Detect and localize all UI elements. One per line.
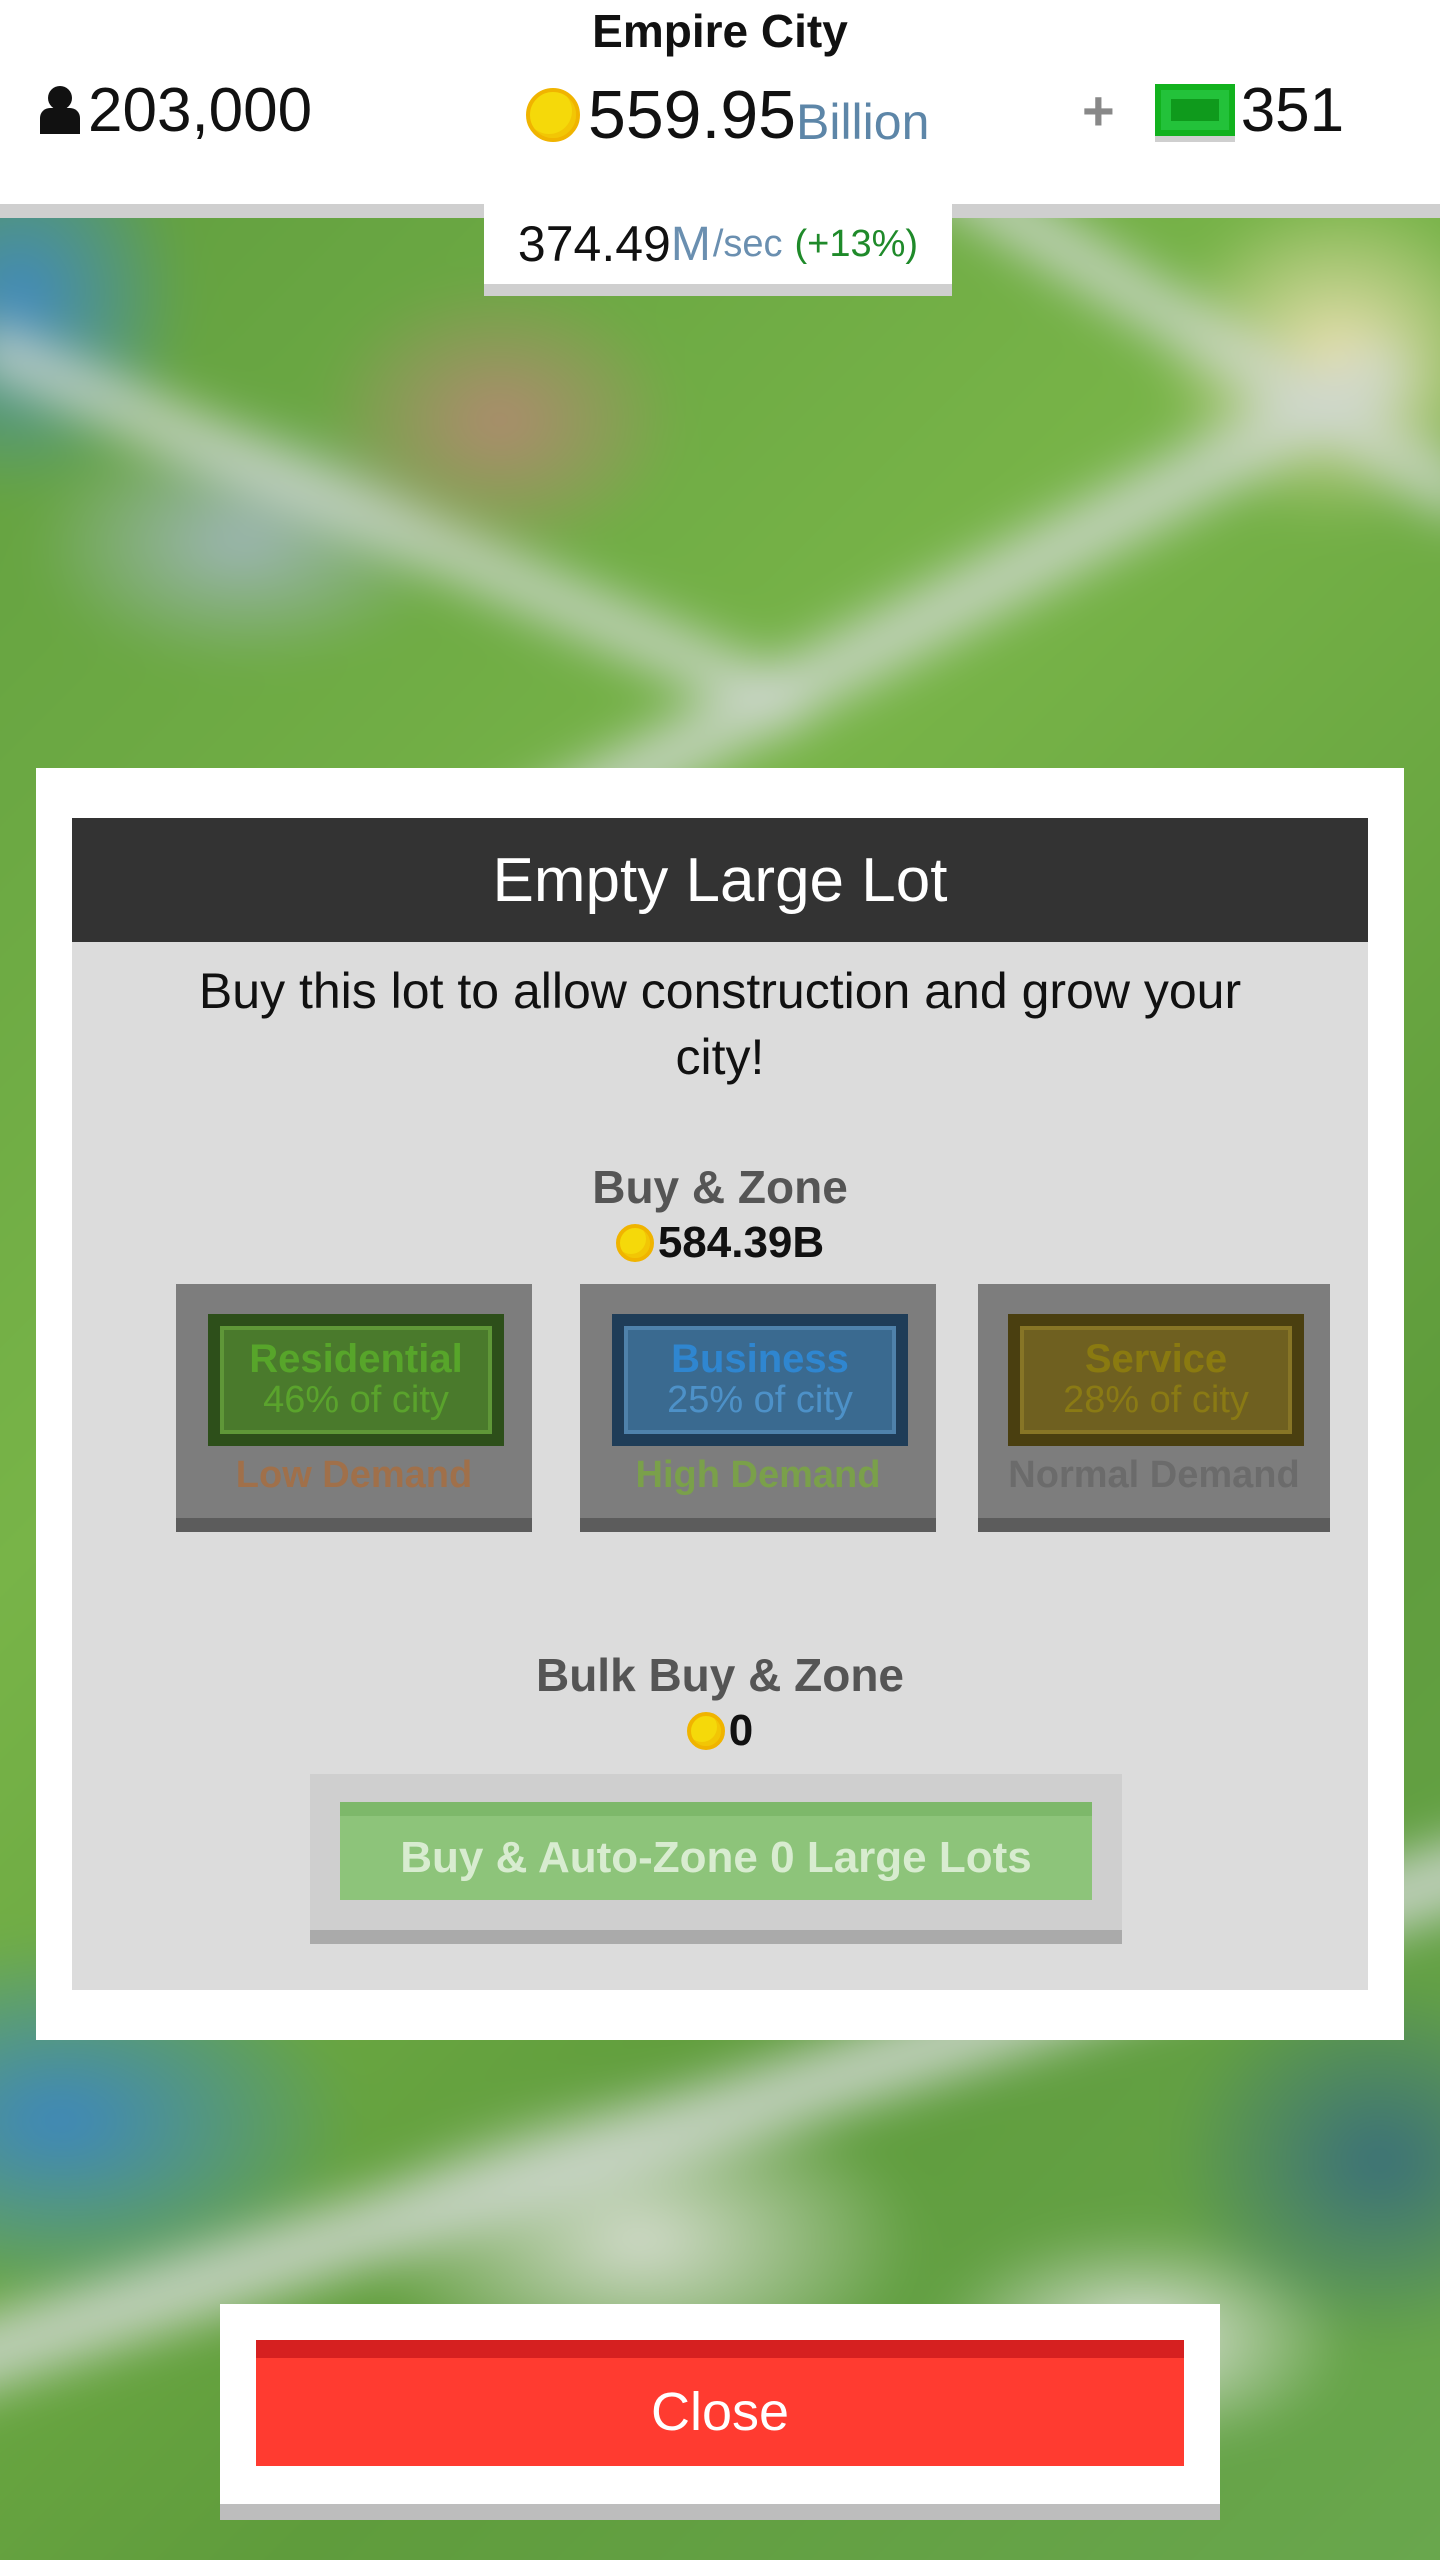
bulk-zone-title: Bulk Buy & Zone [535,1649,905,1701]
zone-demand: High Demand [635,1454,881,1496]
bulk-buy-button[interactable]: Buy & Auto-Zone 0 Large Lots [340,1802,1092,1900]
dialog-description: Buy this lot to allow construction and g… [198,963,1242,1085]
buy-zone-price: 584.39B [72,1218,1368,1268]
zone-service-button[interactable]: Service 28% of city Normal Demand [978,1284,1330,1532]
money-display: 559.95 Billion [526,70,929,160]
coin-icon [615,1224,654,1262]
coin-icon [526,88,580,142]
zone-residential-button[interactable]: Residential 46% of city Low Demand [176,1284,532,1532]
population-display: 203,000 [38,70,312,150]
cash-count: 351 [1240,75,1345,145]
city-name: Empire City [592,5,848,57]
dialog-title: Empty Large Lot [72,818,1368,942]
income-rate: 374.49 M /sec (+13%) [484,204,952,296]
rate-per: /sec [712,222,783,265]
cash-display[interactable]: + 351 [1082,70,1344,150]
zone-demand: Normal Demand [1008,1454,1300,1496]
rate-unit: M [670,217,711,271]
close-container: Close [220,2304,1220,2520]
top-status-bar: Empire City 203,000 559.95 Billion + 351 [0,0,1440,218]
zone-share: 28% of city [1063,1379,1249,1421]
zone-name: Business [671,1337,849,1381]
lot-dialog: Empty Large Lot Buy this lot to allow co… [36,768,1404,2040]
coin-icon [686,1712,725,1750]
dialog-body: Empty Large Lot Buy this lot to allow co… [72,818,1368,1990]
zone-share: 46% of city [263,1379,449,1421]
zone-business-button[interactable]: Business 25% of city High Demand [580,1284,936,1532]
zone-share: 25% of city [667,1379,853,1421]
bulk-zone-price-value: 0 [728,1706,754,1755]
buy-zone-title: Buy & Zone [592,1161,848,1213]
close-button[interactable]: Close [256,2340,1184,2466]
add-cash-icon[interactable]: + [1082,78,1115,143]
rate-value: 374.49 [517,216,671,272]
person-icon [38,86,82,134]
money-amount: 559.95 [588,77,796,153]
bulk-buy-container: Buy & Auto-Zone 0 Large Lots [310,1774,1122,1944]
cash-bill-icon [1154,84,1235,136]
buy-zone-price-value: 584.39B [657,1218,825,1267]
population-value: 203,000 [88,75,313,145]
zone-demand: Low Demand [235,1454,473,1496]
bulk-zone-price: 0 [72,1706,1368,1756]
zone-name: Service [1084,1337,1228,1381]
zone-name: Residential [249,1337,463,1381]
rate-change: (+13%) [794,222,919,265]
money-unit: Billion [795,94,930,150]
